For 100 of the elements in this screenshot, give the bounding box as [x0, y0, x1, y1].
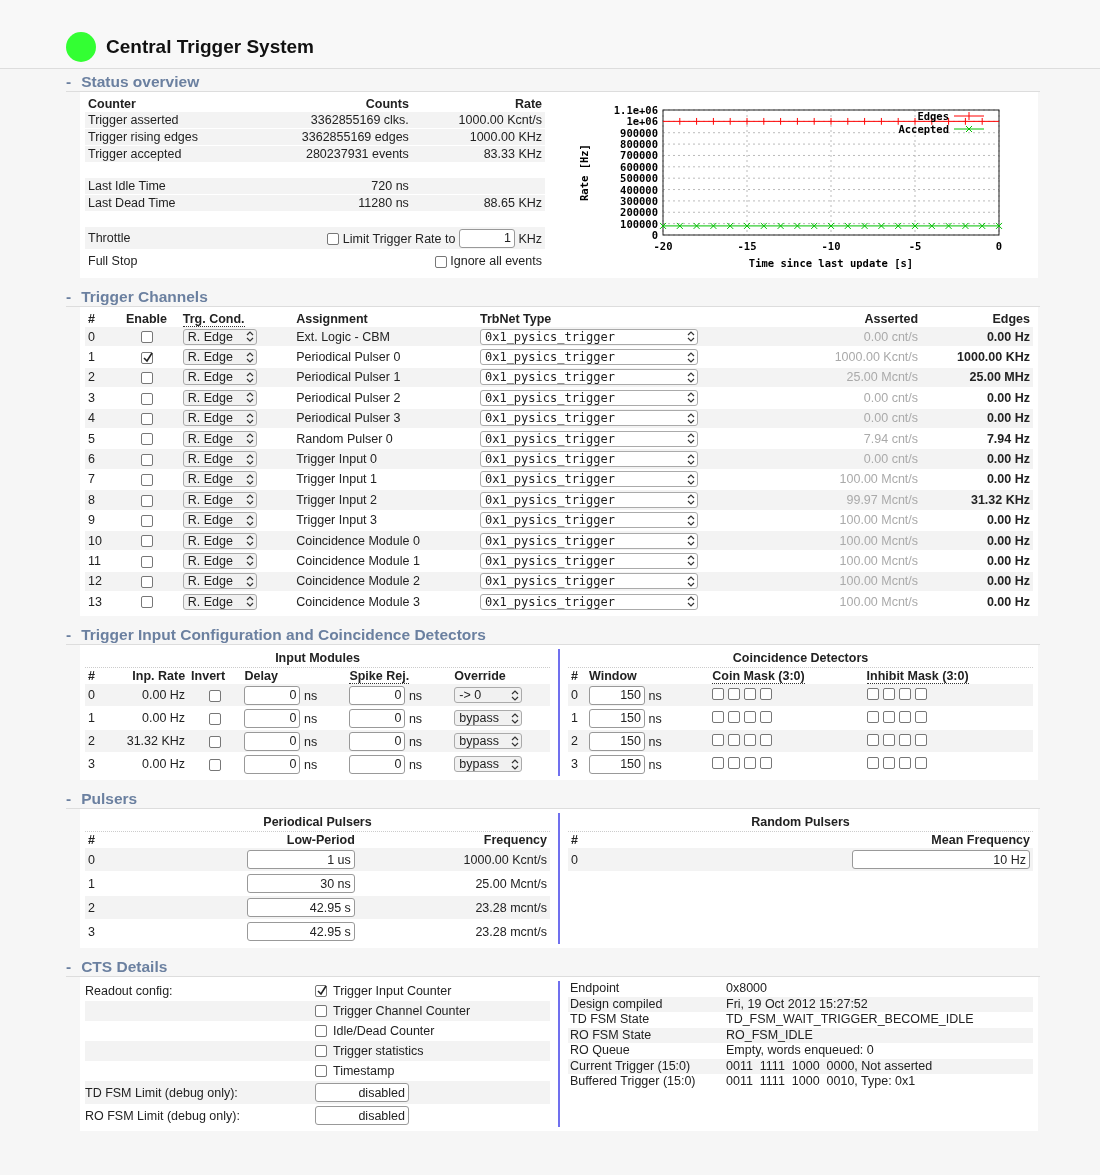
checkbox[interactable]: [744, 710, 757, 723]
checkbox[interactable]: [140, 555, 153, 568]
type-dropdown[interactable]: 0x1_pysics_trigger: [479, 430, 698, 447]
condition-dropdown[interactable]: R. Edge: [182, 451, 257, 468]
number-field[interactable]: 0: [244, 708, 301, 728]
checkbox[interactable]: [728, 687, 741, 700]
type-dropdown[interactable]: 0x1_pysics_trigger: [479, 389, 698, 406]
type-dropdown[interactable]: 0x1_pysics_trigger: [479, 410, 698, 427]
number-field[interactable]: 0: [244, 754, 301, 774]
collapse-toggle[interactable]: -: [66, 288, 72, 306]
checkbox[interactable]: [898, 710, 911, 723]
type-dropdown[interactable]: 0x1_pysics_trigger: [479, 593, 698, 610]
checkbox[interactable]: [882, 756, 895, 769]
collapse-toggle[interactable]: -: [66, 626, 72, 645]
override-dropdown[interactable]: -> 0: [454, 687, 523, 704]
checkbox[interactable]: [208, 736, 221, 749]
checkbox[interactable]: [898, 733, 911, 746]
condition-dropdown[interactable]: R. Edge: [182, 532, 257, 549]
checkbox[interactable]: [712, 733, 725, 746]
checkbox[interactable]: [140, 412, 153, 425]
type-dropdown[interactable]: 0x1_pysics_trigger: [479, 471, 698, 488]
number-field[interactable]: 1: [458, 228, 515, 248]
type-dropdown[interactable]: 0x1_pysics_trigger: [479, 532, 698, 549]
checkbox[interactable]: [914, 756, 927, 769]
override-dropdown[interactable]: bypass: [454, 756, 523, 773]
checkbox[interactable]: [140, 453, 153, 466]
checkbox[interactable]: [712, 710, 725, 723]
checkbox[interactable]: [434, 255, 447, 268]
checkbox[interactable]: [882, 710, 895, 723]
condition-dropdown[interactable]: R. Edge: [182, 573, 257, 590]
condition-dropdown[interactable]: R. Edge: [182, 369, 257, 386]
collapse-toggle[interactable]: -: [66, 958, 72, 977]
condition-dropdown[interactable]: R. Edge: [182, 430, 257, 447]
checkbox[interactable]: [914, 710, 927, 723]
checkbox[interactable]: [728, 733, 741, 746]
condition-dropdown[interactable]: R. Edge: [182, 491, 257, 508]
checkbox[interactable]: [744, 687, 757, 700]
checkbox[interactable]: [140, 535, 153, 548]
checkbox[interactable]: [140, 576, 153, 589]
checkbox[interactable]: [744, 756, 757, 769]
number-field[interactable]: 150: [589, 754, 645, 774]
collapse-toggle[interactable]: -: [66, 790, 72, 809]
checkbox[interactable]: [140, 514, 153, 527]
checkbox[interactable]: [140, 474, 153, 487]
checkbox[interactable]: [882, 687, 895, 700]
checkbox[interactable]: [866, 756, 879, 769]
checkbox[interactable]: [208, 759, 221, 772]
condition-dropdown[interactable]: R. Edge: [182, 512, 257, 529]
condition-dropdown[interactable]: R. Edge: [182, 328, 257, 345]
checkbox[interactable]: [760, 733, 773, 746]
type-dropdown[interactable]: 0x1_pysics_trigger: [479, 451, 698, 468]
condition-dropdown[interactable]: R. Edge: [182, 553, 257, 569]
checkbox[interactable]: [882, 733, 895, 746]
checkbox[interactable]: [315, 1045, 327, 1058]
checkbox[interactable]: [315, 1025, 327, 1038]
checkbox[interactable]: [712, 756, 725, 769]
checkbox[interactable]: [744, 733, 757, 746]
period-field[interactable]: 30 ns: [246, 874, 355, 894]
checkbox[interactable]: [315, 985, 327, 998]
checkbox[interactable]: [208, 690, 221, 703]
checkbox[interactable]: [140, 392, 153, 405]
checkbox[interactable]: [315, 1065, 327, 1078]
type-dropdown[interactable]: 0x1_pysics_trigger: [479, 553, 698, 569]
period-field[interactable]: 42.95 s: [246, 898, 355, 918]
limit-field[interactable]: disabled: [315, 1083, 409, 1103]
period-field[interactable]: 1 us: [246, 850, 355, 870]
number-field[interactable]: 0: [349, 708, 406, 728]
number-field[interactable]: 0: [349, 731, 406, 751]
checkbox[interactable]: [866, 733, 879, 746]
checkbox[interactable]: [140, 433, 153, 446]
checkbox[interactable]: [327, 232, 340, 245]
checkbox[interactable]: [315, 1005, 327, 1018]
type-dropdown[interactable]: 0x1_pysics_trigger: [479, 512, 698, 529]
number-field[interactable]: 0: [349, 754, 406, 774]
period-field[interactable]: 42.95 s: [246, 922, 355, 942]
checkbox[interactable]: [140, 351, 153, 364]
number-field[interactable]: 0: [349, 685, 406, 705]
limit-field[interactable]: disabled: [315, 1106, 409, 1126]
condition-dropdown[interactable]: R. Edge: [182, 471, 257, 488]
checkbox[interactable]: [760, 710, 773, 723]
checkbox[interactable]: [712, 687, 725, 700]
frequency-field[interactable]: 10 Hz: [852, 850, 1030, 870]
checkbox[interactable]: [208, 713, 221, 726]
checkbox[interactable]: [898, 687, 911, 700]
type-dropdown[interactable]: 0x1_pysics_trigger: [479, 491, 698, 508]
checkbox[interactable]: [140, 372, 153, 385]
number-field[interactable]: 0: [244, 731, 301, 751]
checkbox[interactable]: [866, 687, 879, 700]
condition-dropdown[interactable]: R. Edge: [182, 389, 257, 406]
override-dropdown[interactable]: bypass: [454, 733, 523, 750]
condition-dropdown[interactable]: R. Edge: [182, 410, 257, 427]
checkbox[interactable]: [760, 756, 773, 769]
checkbox[interactable]: [140, 596, 153, 609]
checkbox[interactable]: [728, 710, 741, 723]
checkbox[interactable]: [914, 687, 927, 700]
checkbox[interactable]: [728, 756, 741, 769]
checkbox[interactable]: [866, 710, 879, 723]
override-dropdown[interactable]: bypass: [454, 710, 523, 727]
type-dropdown[interactable]: 0x1_pysics_trigger: [479, 349, 698, 366]
condition-dropdown[interactable]: R. Edge: [182, 593, 257, 610]
